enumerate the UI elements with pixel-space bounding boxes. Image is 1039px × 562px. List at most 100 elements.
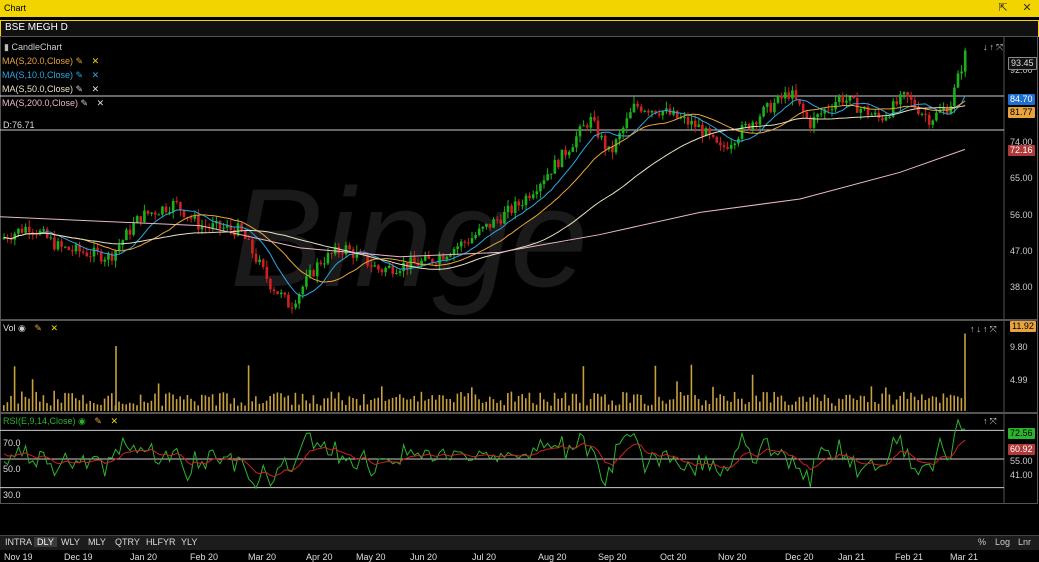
remove-icon[interactable]: ✕ (110, 416, 118, 426)
volume-bar (888, 394, 891, 411)
x-month-label: Nov 20 (718, 552, 747, 562)
linear-toggle[interactable]: Lnr (1018, 537, 1031, 547)
y-label: 47.00 (1010, 246, 1033, 256)
candle (438, 255, 441, 264)
volume-bar (795, 401, 797, 411)
volume-bar (809, 397, 811, 411)
pencil-icon[interactable]: ✎ (76, 70, 84, 80)
volume-bar (337, 392, 340, 411)
candle (211, 223, 215, 228)
volume-bar (622, 391, 624, 411)
volume-bar (762, 392, 765, 411)
chart-svg[interactable]: Binge (0, 36, 1039, 532)
pencil-icon[interactable]: ✎ (94, 416, 102, 426)
tab-dly[interactable]: DLY (34, 537, 57, 547)
candle (279, 292, 283, 295)
candle (427, 255, 431, 259)
candle (755, 122, 758, 125)
pencil-icon[interactable]: ✎ (81, 98, 89, 108)
tab-qtry[interactable]: QTRY (112, 537, 143, 547)
volume-bar (395, 397, 397, 411)
candle (315, 262, 319, 277)
volume-bar (409, 399, 412, 411)
candle (600, 135, 603, 138)
candle (488, 223, 492, 228)
volume-bar (672, 399, 675, 411)
eye-icon[interactable]: ◉ (78, 416, 86, 426)
volume-bar (597, 393, 599, 411)
candle-icon: ▮ (4, 42, 9, 52)
candle (56, 241, 60, 250)
panel-controls-price[interactable]: ↓↑⤧ (983, 42, 1005, 53)
remove-icon[interactable]: ✕ (92, 84, 100, 94)
candle (243, 230, 247, 239)
candle (377, 265, 380, 270)
pencil-icon[interactable]: ✎ (76, 56, 84, 66)
popout-icon[interactable]: ⇱ (996, 1, 1010, 15)
legend-ma10[interactable]: MA(S,10.0,Close) ✎ ✕ (2, 70, 99, 81)
close-icon[interactable]: ✕ (1020, 1, 1034, 15)
tab-hlfyr[interactable]: HLFYR (143, 537, 179, 547)
legend-rsi[interactable]: RSI(E,9,14,Close) ◉ ✎ ✕ (3, 416, 118, 427)
volume-bar (323, 398, 325, 411)
x-month-label: Jul 20 (472, 552, 497, 562)
panel-controls-rsi[interactable]: ↑⤧ (983, 416, 999, 427)
candle (265, 266, 269, 279)
remove-icon[interactable]: ✕ (97, 98, 105, 108)
volume-bar (143, 401, 145, 411)
legend-ma20[interactable]: MA(S,20.0,Close) ✎ ✕ (2, 56, 99, 67)
chart-area[interactable]: Binge ▮ CandleChart MA(S,20.0,Close) ✎ ✕… (0, 36, 1039, 562)
legend-candle[interactable]: ▮ CandleChart (4, 42, 62, 53)
candle (143, 210, 146, 223)
candle (182, 210, 186, 218)
candle (373, 265, 377, 267)
remove-icon[interactable]: ✕ (50, 323, 58, 333)
panel-controls-vol[interactable]: ↑↓↑⤧ (970, 324, 999, 335)
volume-bar (748, 402, 750, 411)
log-toggle[interactable]: Log (995, 537, 1010, 547)
volume-bar (453, 402, 455, 411)
pencil-icon[interactable]: ✎ (34, 323, 42, 333)
symbol-bar[interactable]: BSE MEGH D (0, 20, 1039, 37)
x-month-label: May 20 (356, 552, 386, 562)
volume-bar (456, 393, 459, 411)
eye-icon[interactable]: ◉ (18, 323, 26, 333)
candle (553, 159, 557, 174)
legend-ma50[interactable]: MA(S,50.0,Close) ✎ ✕ (2, 84, 99, 95)
volume-bar (769, 402, 772, 411)
volume-bar (60, 402, 63, 411)
volume-bar (111, 393, 113, 411)
volume-bar (463, 396, 466, 411)
volume-bar (751, 374, 754, 411)
tab-mly[interactable]: MLY (85, 537, 109, 547)
rsi-signal-tag: 60.92 (1008, 444, 1035, 455)
x-month-label: Mar 20 (248, 552, 277, 562)
x-month-label: Feb 21 (895, 552, 924, 562)
remove-icon[interactable]: ✕ (92, 70, 100, 80)
candle (132, 223, 135, 235)
legend-vol[interactable]: Vol ◉ ✎ ✕ (3, 323, 58, 334)
tab-yly[interactable]: YLY (178, 537, 200, 547)
tab-wly[interactable]: WLY (58, 537, 83, 547)
pencil-icon[interactable]: ✎ (76, 84, 84, 94)
volume-bar (301, 393, 304, 411)
volume-bar (478, 399, 480, 411)
volume-bar (219, 393, 221, 411)
volume-bar (161, 405, 163, 411)
volume-bar (226, 393, 228, 411)
legend-ma200[interactable]: MA(S,200.0,Close) ✎ ✕ (2, 98, 104, 109)
percent-toggle[interactable]: % (978, 537, 986, 547)
legend-ma10-label: MA(S,10.0,Close) (2, 70, 74, 80)
remove-icon[interactable]: ✕ (92, 56, 100, 66)
rsi-y-label: 70.0 (3, 438, 21, 448)
volume-bar (726, 400, 729, 411)
legend-rsi-label: RSI(E,9,14,Close) (3, 416, 76, 426)
candle (247, 238, 251, 240)
volume-bar (895, 399, 898, 411)
volume-bar (49, 405, 52, 411)
volume-bar (705, 400, 707, 411)
tab-intra[interactable]: INTRA (2, 537, 35, 547)
volume-bar (571, 393, 574, 411)
volume-bar (244, 405, 246, 411)
candle (495, 219, 499, 221)
